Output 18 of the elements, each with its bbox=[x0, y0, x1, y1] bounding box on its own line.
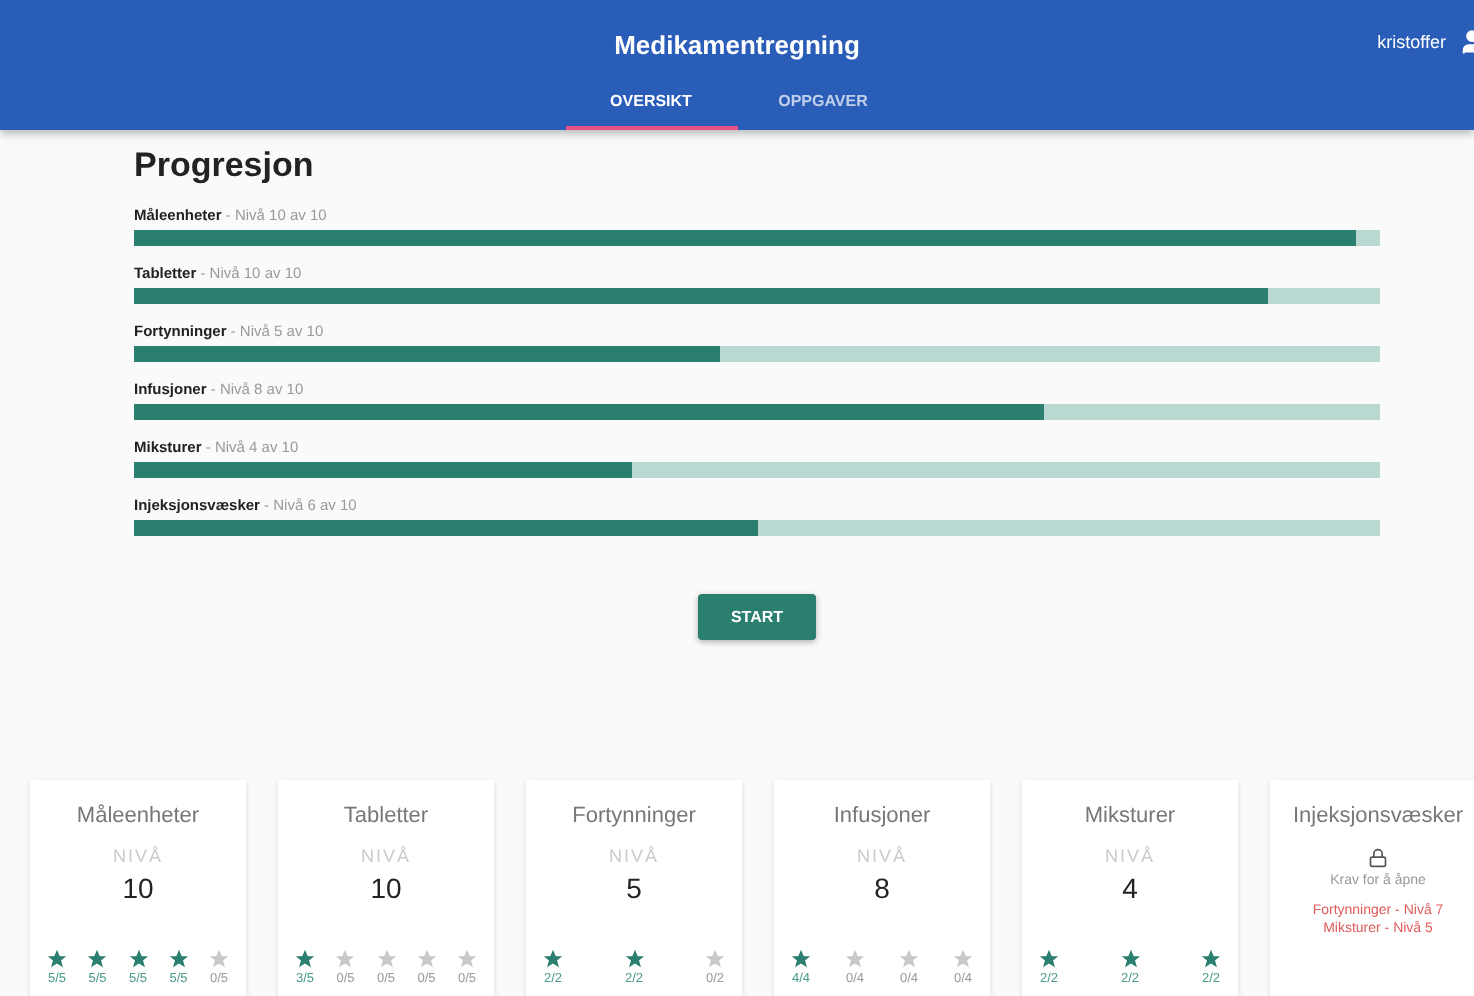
nav-tab[interactable]: OPPGAVER bbox=[737, 88, 909, 130]
user-name: kristoffer bbox=[1377, 32, 1446, 52]
card-title: Injeksjonsvæsker bbox=[1293, 804, 1463, 828]
level-value: 10 bbox=[370, 872, 402, 904]
card-title: Tabletter bbox=[343, 804, 429, 828]
lock-icon bbox=[1368, 848, 1388, 868]
level-value: 5 bbox=[626, 872, 642, 904]
level-value: 8 bbox=[874, 872, 890, 904]
level-value: 10 bbox=[122, 872, 154, 904]
card-title: Miksturer bbox=[1084, 804, 1176, 828]
card-title: Fortynninger bbox=[572, 804, 696, 828]
app-title: Medikamentregning bbox=[614, 29, 860, 59]
level-value: 4 bbox=[1122, 872, 1138, 904]
start-button[interactable]: START bbox=[698, 594, 816, 640]
nav-tab[interactable]: OVERSIKT bbox=[565, 88, 737, 130]
section-title: Progresjon bbox=[134, 146, 316, 186]
card-title: Infusjoner bbox=[833, 804, 931, 828]
card-title: Måleenheter bbox=[76, 804, 200, 828]
